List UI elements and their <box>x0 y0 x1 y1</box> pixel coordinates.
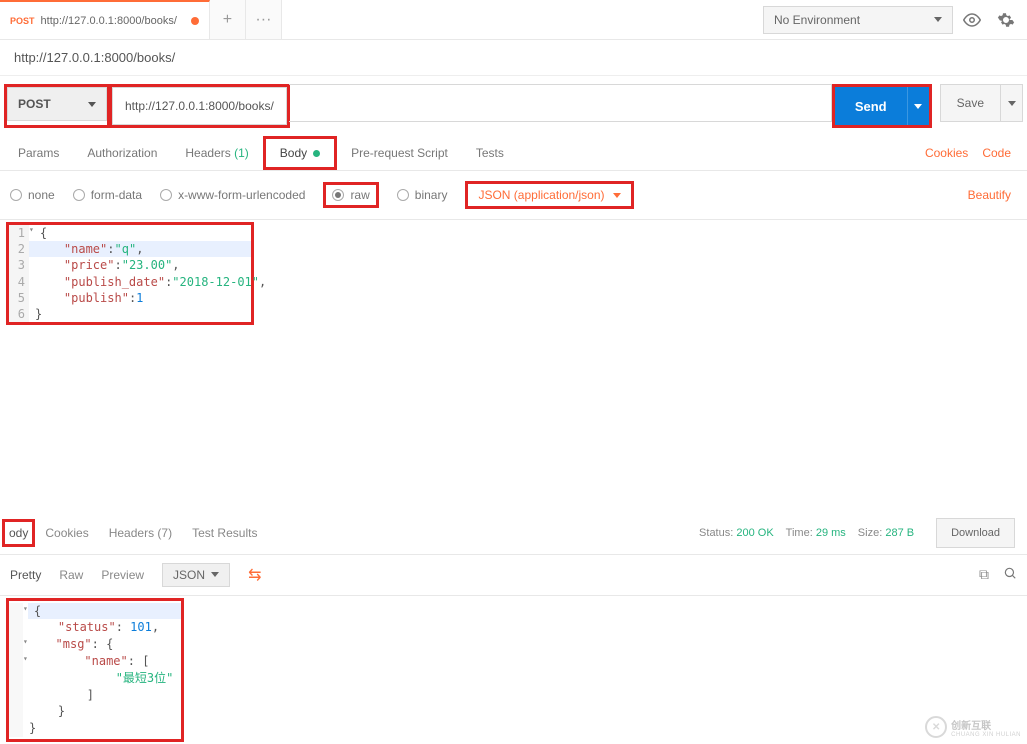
search-icon[interactable] <box>1003 566 1017 583</box>
content-type-select[interactable]: JSON (application/json) <box>468 184 630 206</box>
caret-down-icon <box>1008 101 1016 106</box>
radio-icon <box>397 189 409 201</box>
content-type-label: JSON (application/json) <box>478 188 604 202</box>
eye-icon[interactable] <box>957 6 987 34</box>
view-pretty[interactable]: Pretty <box>10 568 41 582</box>
cookies-link[interactable]: Cookies <box>925 146 968 160</box>
tab-params[interactable]: Params <box>4 136 73 170</box>
radio-checked-icon <box>332 189 344 201</box>
time-value: 29 ms <box>816 527 846 539</box>
body-binary-radio[interactable]: binary <box>397 188 448 202</box>
download-button[interactable]: Download <box>936 518 1015 548</box>
caret-down-icon <box>934 17 942 22</box>
view-preview[interactable]: Preview <box>101 568 144 582</box>
body-present-dot-icon <box>313 150 320 157</box>
body-none-radio[interactable]: none <box>10 188 55 202</box>
request-tab[interactable]: POST http://127.0.0.1:8000/books/ <box>0 0 210 39</box>
status-value: 200 OK <box>736 527 773 539</box>
save-button[interactable]: Save <box>940 84 1001 122</box>
code-link[interactable]: Code <box>982 146 1011 160</box>
tab-headers[interactable]: Headers (1) <box>171 136 262 170</box>
method-value: POST <box>18 97 51 111</box>
size-value: 287 B <box>885 527 914 539</box>
tab-method-label: POST <box>10 16 35 26</box>
caret-down-icon <box>88 102 96 107</box>
radio-icon <box>73 189 85 201</box>
watermark-logo-icon: ✕ <box>925 716 947 738</box>
caret-down-icon <box>211 572 219 577</box>
response-format-select[interactable]: JSON <box>162 563 230 587</box>
radio-icon <box>160 189 172 201</box>
tab-prerequest[interactable]: Pre-request Script <box>337 136 462 170</box>
send-button[interactable]: Send <box>835 87 907 125</box>
caret-down-icon <box>613 193 621 198</box>
response-tab-body[interactable]: ody <box>2 519 35 547</box>
tab-tests[interactable]: Tests <box>462 136 518 170</box>
radio-icon <box>10 189 22 201</box>
tab-body-label: Body <box>280 146 307 160</box>
request-url-display: http://127.0.0.1:8000/books/ <box>0 40 1027 76</box>
response-tab-cookies[interactable]: Cookies <box>35 518 98 548</box>
response-body-viewer[interactable]: ▾{ "status": 101, ▾ "msg": { ▾ "name": [… <box>9 601 181 739</box>
tab-title: http://127.0.0.1:8000/books/ <box>41 15 177 27</box>
response-tab-headers[interactable]: Headers (7) <box>99 518 182 548</box>
tab-options-button[interactable]: ··· <box>246 0 282 39</box>
send-options-button[interactable] <box>907 87 929 125</box>
environment-select[interactable]: No Environment <box>763 6 953 34</box>
request-body-editor[interactable]: 1▾{ 2 "name":"q", 3 "price":"23.00", 4 "… <box>9 225 251 322</box>
copy-icon[interactable]: ⧉ <box>979 566 989 583</box>
body-formdata-radio[interactable]: form-data <box>73 188 142 202</box>
headers-count: (1) <box>234 146 249 160</box>
caret-down-icon <box>914 104 922 109</box>
wrap-lines-icon[interactable]: ⇆ <box>248 565 261 585</box>
watermark: ✕ 创新互联 CHUANG XIN HULIAN <box>925 716 1021 738</box>
url-input[interactable]: http://127.0.0.1:8000/books/ <box>112 87 287 125</box>
new-tab-button[interactable]: + <box>210 0 246 39</box>
beautify-link[interactable]: Beautify <box>968 188 1017 202</box>
url-input-ext[interactable] <box>289 84 832 122</box>
response-tab-testresults[interactable]: Test Results <box>182 518 267 548</box>
environment-label: No Environment <box>774 13 860 27</box>
body-urlencoded-radio[interactable]: x-www-form-urlencoded <box>160 188 305 202</box>
body-raw-radio[interactable]: raw <box>332 188 369 202</box>
unsaved-dot-icon <box>191 17 199 25</box>
tab-body[interactable]: Body <box>266 139 334 167</box>
response-headers-count: (7) <box>157 526 172 540</box>
view-raw[interactable]: Raw <box>59 568 83 582</box>
tab-headers-label: Headers <box>185 146 230 160</box>
gear-icon[interactable] <box>991 6 1021 34</box>
save-options-button[interactable] <box>1001 84 1023 122</box>
tab-authorization[interactable]: Authorization <box>73 136 171 170</box>
method-select[interactable]: POST <box>7 87 107 121</box>
